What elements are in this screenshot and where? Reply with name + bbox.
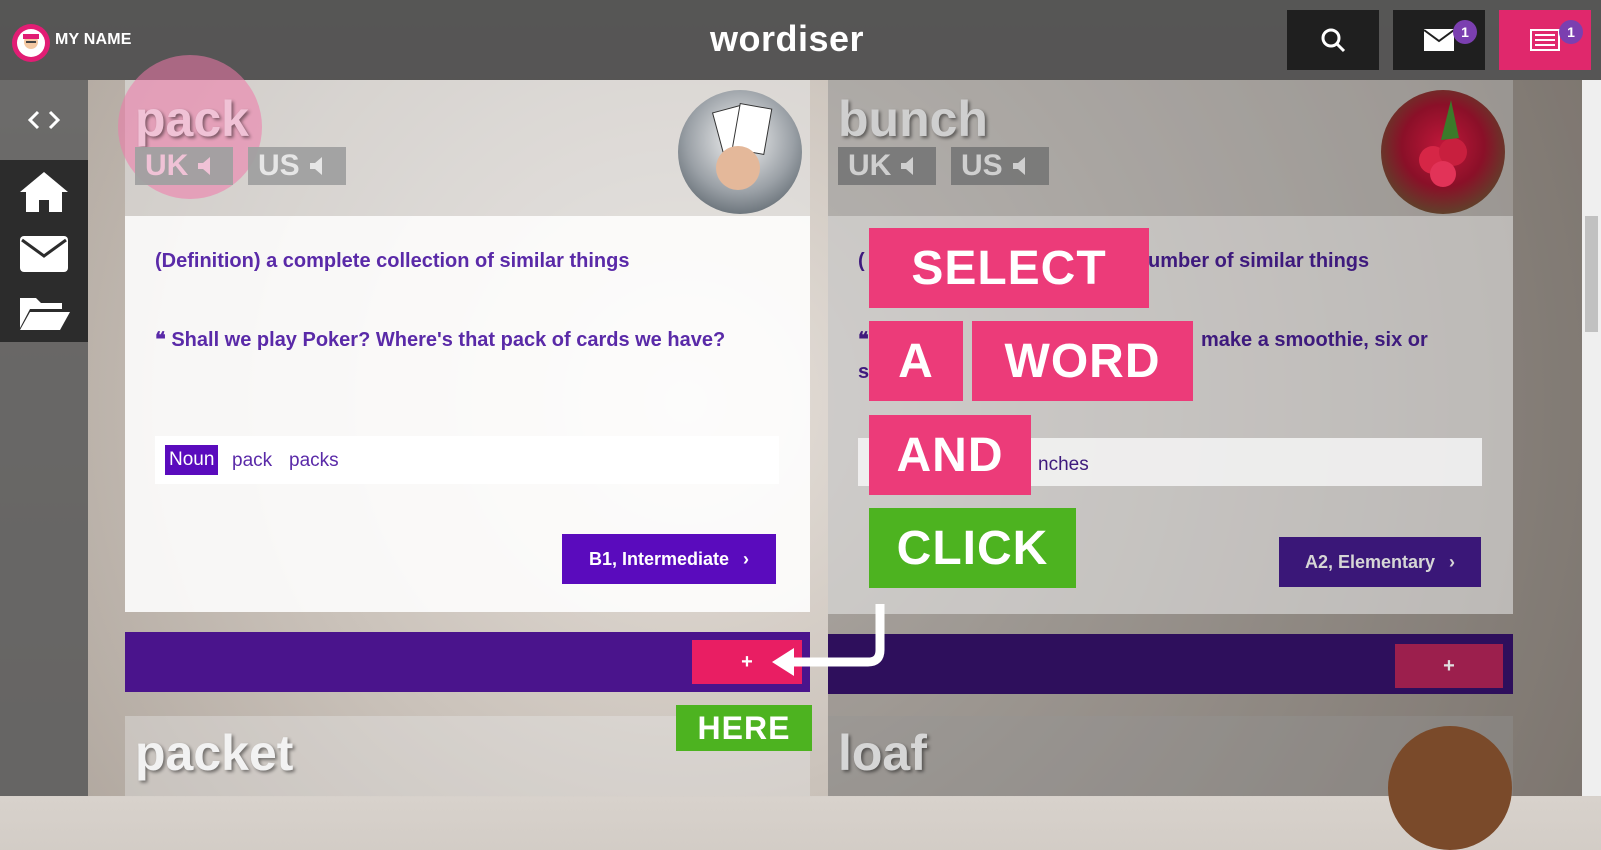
card-body: (Definition) a complete collection of si… (125, 216, 810, 612)
word-image (1388, 726, 1512, 850)
uk-audio-button[interactable]: UK (838, 147, 936, 185)
home-icon (20, 172, 68, 212)
instruction-word: WORD (972, 321, 1193, 401)
instruction-select: SELECT (869, 228, 1149, 308)
speaker-icon (1012, 157, 1025, 175)
card-word: loaf (838, 725, 927, 781)
us-label: US (258, 149, 300, 182)
definition: (Definition) a complete collection of si… (155, 250, 630, 272)
form-word: packs (289, 450, 339, 471)
word-image (1381, 90, 1505, 214)
us-label: US (961, 149, 1003, 182)
definition-tail: umber of similar things (1148, 250, 1370, 272)
form-word: pack (232, 450, 273, 471)
card-word: pack (135, 91, 249, 147)
sidebar-menu (0, 160, 88, 342)
word-card-loaf: loaf (828, 716, 1513, 850)
card-word: packet (135, 725, 294, 781)
example-sentence: ❝ Shall we play Poker? Where's that pack… (155, 324, 795, 356)
arrow-icon (772, 604, 885, 676)
sidebar-item-mail[interactable] (16, 230, 72, 278)
instruction-a: A (869, 321, 963, 401)
scrollbar-thumb[interactable] (1585, 216, 1598, 332)
sidebar-item-folders[interactable] (16, 288, 72, 336)
level-button[interactable]: B1, Intermediate › (562, 534, 776, 584)
avatar-icon (17, 29, 45, 57)
list-icon (1530, 29, 1560, 51)
messages-button[interactable]: 1 (1393, 10, 1485, 70)
code-toggle-icon (27, 110, 61, 130)
sidebar (0, 80, 88, 796)
mail-icon (1423, 29, 1455, 51)
mail-icon (20, 236, 68, 272)
word-forms: Noun pack packs (155, 436, 779, 484)
chevron-right-icon: › (1449, 551, 1456, 572)
search-icon (1321, 28, 1346, 53)
speaker-icon (901, 157, 914, 175)
quote-icon: ❝ (858, 329, 869, 351)
instruction-here: HERE (676, 705, 812, 751)
add-to-wordlist-button[interactable]: + (1395, 644, 1503, 688)
speaker-icon (198, 157, 211, 175)
user-name[interactable]: MY NAME (55, 31, 132, 49)
top-bar: MY NAME wordiser 1 1 (0, 0, 1601, 80)
example-start: s (858, 361, 870, 383)
wordlist-button[interactable]: 1 (1499, 10, 1591, 70)
card-word: bunch (838, 91, 988, 147)
example-text: Shall we play Poker? Where's that pack o… (171, 329, 726, 351)
speaker-icon (309, 157, 322, 175)
word-card-pack: pack UK US (Definition) a complete colle… (118, 55, 810, 690)
folder-open-icon (20, 298, 70, 330)
us-audio-button[interactable]: US (248, 147, 346, 185)
word-image (678, 90, 802, 214)
definition-start: ( (858, 250, 865, 272)
example-tail: make a smoothie, six or (1201, 329, 1428, 351)
uk-label: UK (145, 149, 189, 182)
search-button[interactable] (1287, 10, 1379, 70)
level-button[interactable]: A2, Elementary › (1279, 537, 1481, 587)
instruction-and: AND (869, 415, 1031, 495)
form-word: nches (1038, 454, 1089, 475)
playing-cards-icon (711, 102, 773, 190)
avatar[interactable] (12, 24, 50, 62)
app-logo: wordiser (710, 18, 864, 60)
logo-text: wordiser (710, 18, 865, 59)
radish-bunch-icon (1419, 100, 1467, 187)
level-label: A2, Elementary (1304, 551, 1436, 572)
us-audio-button[interactable]: US (951, 147, 1049, 185)
sidebar-item-home[interactable] (16, 168, 72, 216)
list-badge: 1 (1559, 20, 1583, 44)
mail-badge: 1 (1453, 20, 1477, 44)
chevron-right-icon: › (743, 548, 750, 569)
uk-label: UK (848, 149, 892, 182)
uk-audio-button[interactable]: UK (135, 147, 233, 185)
instruction-click: CLICK (869, 508, 1076, 588)
part-of-speech-tag: Noun (165, 445, 219, 475)
quote-icon: ❝ (155, 329, 172, 351)
scrollbar[interactable] (1582, 80, 1601, 796)
sidebar-toggle[interactable] (0, 80, 88, 160)
level-label: B1, Intermediate (588, 548, 730, 569)
